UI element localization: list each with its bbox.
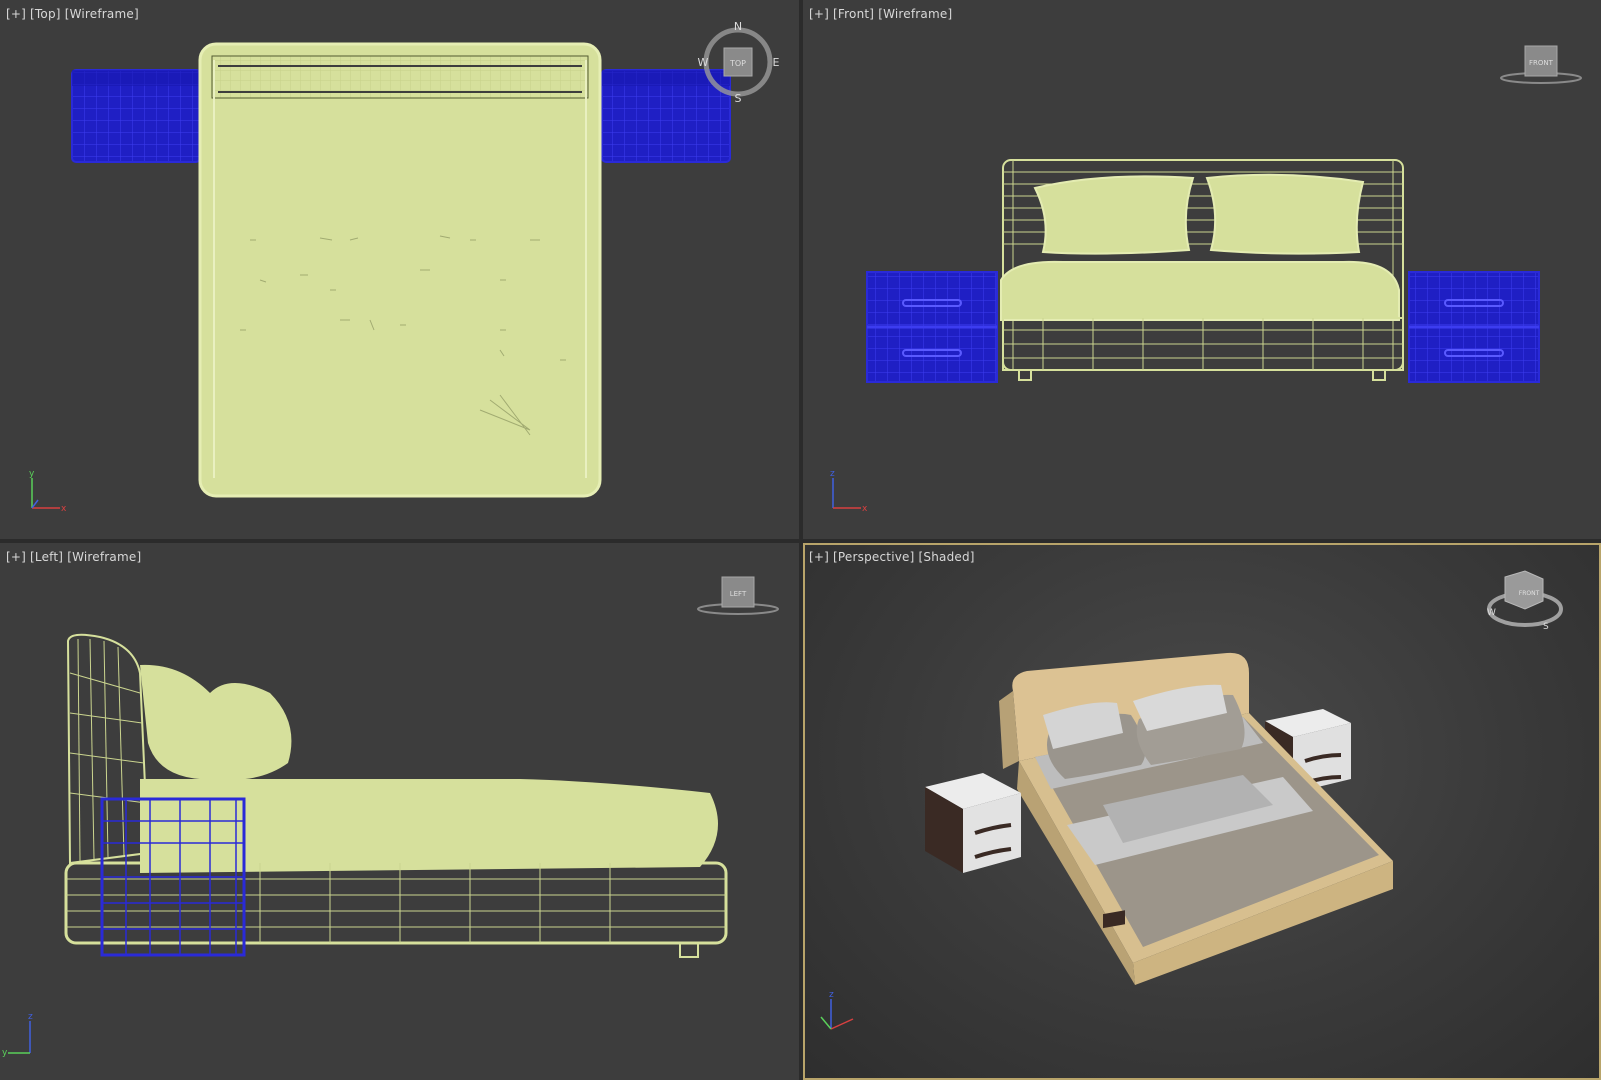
- viewport-view-menu[interactable]: [Top]: [30, 7, 61, 21]
- viewport-left[interactable]: LEFT z y [+] [Left] [Wireframe]: [0, 543, 799, 1080]
- axis-z-label: z: [28, 1012, 33, 1022]
- axis-x-label: x: [61, 504, 67, 514]
- viewport-view-menu[interactable]: [Perspective]: [833, 550, 914, 564]
- axis-tripod-perspective: z: [820, 990, 854, 1030]
- left-scene: LEFT z y: [2, 576, 779, 1058]
- viewport-shading-menu[interactable]: [Wireframe]: [67, 550, 141, 564]
- axis-x-label: x: [862, 504, 868, 514]
- viewport-perspective[interactable]: FRONT W S z [+] [Perspective] [Shaded]: [803, 543, 1601, 1080]
- viewport-view-menu[interactable]: [Front]: [833, 7, 874, 21]
- viewport-menu-plus[interactable]: [+]: [6, 7, 26, 21]
- axis-tripod-front: z x: [830, 469, 868, 514]
- bed-front[interactable]: [1000, 159, 1404, 381]
- viewport-shading-menu[interactable]: [Shaded]: [919, 550, 975, 564]
- compass-s-label: S: [1543, 622, 1549, 632]
- nightstand-right-top[interactable]: [601, 69, 731, 163]
- viewport-shading-menu[interactable]: [Wireframe]: [65, 7, 139, 21]
- viewport-menu-plus[interactable]: [+]: [809, 550, 829, 564]
- nightstand-left-top[interactable]: [71, 69, 201, 163]
- viewcube-face-label: TOP: [729, 59, 746, 68]
- nightstand-left-front[interactable]: [866, 271, 998, 383]
- axis-y-label: y: [29, 469, 35, 479]
- nightstand-left-3d[interactable]: [925, 773, 1021, 873]
- perspective-scene: FRONT W S z: [820, 570, 1563, 1030]
- viewcube-face-label: FRONT: [1529, 59, 1554, 67]
- axis-y-label: y: [2, 1048, 8, 1058]
- viewport-label-front[interactable]: [+] [Front] [Wireframe]: [809, 7, 952, 21]
- viewport-menu-plus[interactable]: [+]: [6, 550, 26, 564]
- nightstand-right-front[interactable]: [1408, 271, 1540, 383]
- top-scene: TOP N S E W y x: [29, 20, 780, 514]
- viewport-menu-plus[interactable]: [+]: [809, 7, 829, 21]
- bed-left[interactable]: [64, 633, 728, 958]
- bed-top[interactable]: [198, 42, 602, 498]
- front-scene: FRONT z x: [830, 45, 1582, 514]
- axis-tripod-left: z y: [2, 1012, 33, 1058]
- viewport-top[interactable]: TOP N S E W y x [+] [Top] [Wireframe]: [0, 0, 799, 539]
- viewcube-face-label: LEFT: [730, 590, 747, 598]
- compass-w-label: W: [698, 56, 709, 69]
- viewport-label-perspective[interactable]: [+] [Perspective] [Shaded]: [809, 550, 975, 564]
- viewcube-left[interactable]: LEFT: [697, 576, 779, 615]
- compass-s-label: S: [735, 92, 742, 105]
- axis-z-label: z: [829, 990, 834, 1000]
- axis-tripod-top: y x: [29, 469, 67, 514]
- viewport-label-top[interactable]: [+] [Top] [Wireframe]: [6, 7, 139, 21]
- axis-z-label: z: [830, 469, 835, 479]
- compass-e-label: E: [773, 56, 780, 69]
- viewport-front[interactable]: FRONT z x [+] [Front] [Wireframe]: [803, 0, 1601, 539]
- compass-n-label: N: [734, 20, 742, 33]
- compass-w-label: W: [1487, 608, 1496, 618]
- viewport-view-menu[interactable]: [Left]: [30, 550, 63, 564]
- viewport-shading-menu[interactable]: [Wireframe]: [878, 7, 952, 21]
- viewcube-face-label: FRONT: [1519, 590, 1540, 597]
- viewcube-front[interactable]: FRONT: [1500, 45, 1582, 84]
- viewcube-perspective[interactable]: FRONT W S: [1487, 570, 1563, 632]
- bed-3d[interactable]: [999, 652, 1393, 985]
- viewport-label-left[interactable]: [+] [Left] [Wireframe]: [6, 550, 141, 564]
